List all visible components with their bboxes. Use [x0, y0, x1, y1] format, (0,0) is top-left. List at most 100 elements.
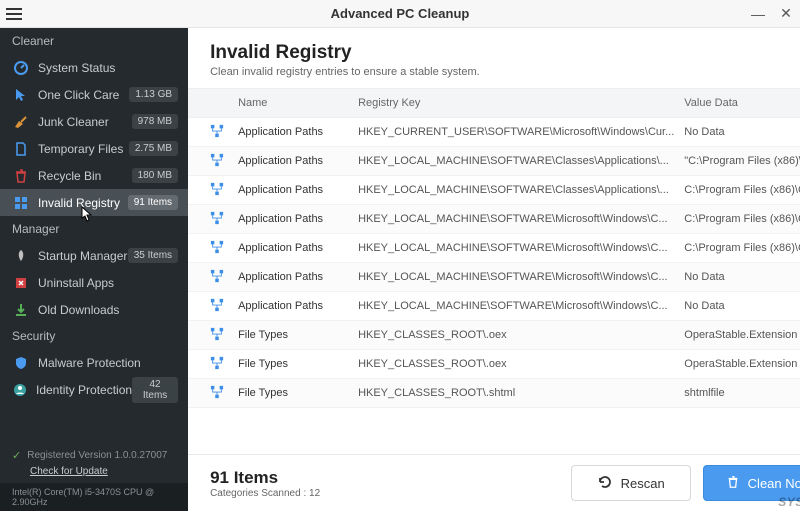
- cpu-info: Intel(R) Core(TM) i5-3470S CPU @ 2.90GHz: [0, 483, 188, 511]
- row-name: File Types: [238, 329, 358, 341]
- sidebar-item-old-downloads[interactable]: Old Downloads: [0, 296, 188, 323]
- registered-version: Registered Version 1.0.0.27007: [27, 450, 167, 461]
- row-name: File Types: [238, 387, 358, 399]
- sidebar-badge: 180 MB: [132, 168, 178, 183]
- row-value: No Data: [684, 300, 800, 312]
- registry-tree-icon: [210, 387, 224, 402]
- row-name: Application Paths: [238, 300, 358, 312]
- rescan-button[interactable]: Rescan: [571, 465, 691, 501]
- sidebar-item-temporary-files[interactable]: Temporary Files 2.75 MB: [0, 135, 188, 162]
- row-value: OperaStable.Extension: [684, 358, 800, 370]
- table-row[interactable]: File TypesHKEY_CLASSES_ROOT\.oexOperaSta…: [188, 321, 800, 350]
- registry-tree-icon: [210, 329, 224, 344]
- row-value: "C:\Program Files (x86)\CleverFil...: [684, 155, 800, 167]
- table-row[interactable]: Application PathsHKEY_LOCAL_MACHINE\SOFT…: [188, 147, 800, 176]
- table-row[interactable]: File TypesHKEY_CLASSES_ROOT\.oexOperaSta…: [188, 350, 800, 379]
- file-icon: [12, 141, 30, 157]
- sidebar-footer: ✓ Registered Version 1.0.0.27007 Check f…: [0, 439, 188, 483]
- table-header: Name Registry Key Value Data: [188, 88, 800, 118]
- row-key: HKEY_LOCAL_MACHINE\SOFTWARE\Microsoft\Wi…: [358, 242, 684, 254]
- titlebar: Advanced PC Cleanup — ✕: [0, 0, 800, 28]
- row-name: Application Paths: [238, 155, 358, 167]
- sidebar-section-cleaner: Cleaner: [0, 28, 188, 54]
- row-value: No Data: [684, 126, 800, 138]
- table-row[interactable]: File TypesHKEY_CLASSES_ROOT\.shtmlshtmlf…: [188, 379, 800, 408]
- table-body[interactable]: Application PathsHKEY_CURRENT_USER\SOFTW…: [188, 118, 800, 454]
- table-row[interactable]: Application PathsHKEY_LOCAL_MACHINE\SOFT…: [188, 263, 800, 292]
- row-name: Application Paths: [238, 126, 358, 138]
- download-icon: [12, 302, 30, 318]
- sidebar-item-label: Invalid Registry: [38, 196, 128, 210]
- registry-tree-icon: [210, 155, 224, 170]
- registry-tree-icon: [210, 300, 224, 315]
- close-button[interactable]: ✕: [772, 0, 800, 28]
- check-icon: ✓: [12, 449, 21, 462]
- sidebar-badge: 42 Items: [132, 377, 178, 403]
- row-name: Application Paths: [238, 184, 358, 196]
- watermark: SYSTWEAK: [778, 495, 800, 509]
- sidebar-item-label: Startup Manager: [38, 249, 128, 263]
- window-title: Advanced PC Cleanup: [0, 6, 800, 21]
- table-row[interactable]: Application PathsHKEY_LOCAL_MACHINE\SOFT…: [188, 205, 800, 234]
- cursor-icon: [12, 87, 30, 103]
- sidebar-item-label: Identity Protection: [36, 383, 132, 397]
- table-row[interactable]: Application PathsHKEY_CURRENT_USER\SOFTW…: [188, 118, 800, 147]
- check-for-update-link[interactable]: Check for Update: [30, 466, 176, 477]
- row-value: No Data: [684, 271, 800, 283]
- row-name: File Types: [238, 358, 358, 370]
- table-row[interactable]: Application PathsHKEY_LOCAL_MACHINE\SOFT…: [188, 234, 800, 263]
- sidebar-item-label: Recycle Bin: [38, 169, 132, 183]
- uninstall-icon: [12, 275, 30, 291]
- sidebar-item-startup-manager[interactable]: Startup Manager 35 Items: [0, 242, 188, 269]
- shield-icon: [12, 355, 30, 371]
- row-key: HKEY_LOCAL_MACHINE\SOFTWARE\Microsoft\Wi…: [358, 213, 684, 225]
- registry-tree-icon: [210, 358, 224, 373]
- sidebar-badge: 91 Items: [128, 195, 178, 210]
- sidebar-badge: 35 Items: [128, 248, 178, 263]
- sidebar-item-malware-protection[interactable]: Malware Protection: [0, 349, 188, 376]
- identity-icon: [12, 382, 28, 398]
- sidebar-item-label: One Click Care: [38, 88, 129, 102]
- sidebar-badge: 1.13 GB: [129, 87, 178, 102]
- row-value: shtmlfile: [684, 387, 800, 399]
- table-row[interactable]: Application PathsHKEY_LOCAL_MACHINE\SOFT…: [188, 176, 800, 205]
- row-value: C:\Program Files (x86)\CleverFile...: [684, 242, 800, 254]
- row-key: HKEY_LOCAL_MACHINE\SOFTWARE\Classes\Appl…: [358, 184, 684, 196]
- trash-icon: [12, 168, 30, 184]
- sidebar-item-one-click-care[interactable]: One Click Care 1.13 GB: [0, 81, 188, 108]
- page-title: Invalid Registry: [210, 42, 800, 64]
- page-subtitle: Clean invalid registry entries to ensure…: [210, 66, 800, 78]
- refresh-icon: [597, 474, 613, 493]
- registry-tree-icon: [210, 271, 224, 286]
- broom-icon: [12, 114, 30, 130]
- column-value: Value Data: [684, 97, 800, 109]
- sidebar-item-label: Uninstall Apps: [38, 276, 178, 290]
- registry-tree-icon: [210, 126, 224, 141]
- table-row[interactable]: Application PathsHKEY_LOCAL_MACHINE\SOFT…: [188, 292, 800, 321]
- bottom-bar: 91 Items Categories Scanned : 12 Rescan …: [188, 454, 800, 511]
- sidebar-item-recycle-bin[interactable]: Recycle Bin 180 MB: [0, 162, 188, 189]
- sidebar-item-junk-cleaner[interactable]: Junk Cleaner 978 MB: [0, 108, 188, 135]
- sidebar-item-identity-protection[interactable]: Identity Protection 42 Items: [0, 376, 188, 403]
- sidebar-item-label: System Status: [38, 61, 178, 75]
- sidebar-item-uninstall-apps[interactable]: Uninstall Apps: [0, 269, 188, 296]
- hamburger-menu-icon[interactable]: [0, 0, 28, 28]
- registry-tree-icon: [210, 242, 224, 257]
- column-name: Name: [238, 97, 358, 109]
- minimize-button[interactable]: —: [744, 0, 772, 28]
- registry-icon: [12, 195, 30, 211]
- trash-icon: [726, 475, 740, 492]
- categories-scanned: Categories Scanned : 12: [210, 488, 320, 499]
- row-key: HKEY_LOCAL_MACHINE\SOFTWARE\Microsoft\Wi…: [358, 300, 684, 312]
- sidebar-badge: 2.75 MB: [129, 141, 178, 156]
- sidebar-item-system-status[interactable]: System Status: [0, 54, 188, 81]
- row-value: C:\Program Files (x86)\CleverFile...: [684, 184, 800, 196]
- sidebar-item-label: Junk Cleaner: [38, 115, 132, 129]
- sidebar-item-invalid-registry[interactable]: Invalid Registry 91 Items: [0, 189, 188, 216]
- row-key: HKEY_LOCAL_MACHINE\SOFTWARE\Microsoft\Wi…: [358, 271, 684, 283]
- row-name: Application Paths: [238, 271, 358, 283]
- row-key: HKEY_CLASSES_ROOT\.shtml: [358, 387, 684, 399]
- main-pane: Invalid Registry Clean invalid registry …: [188, 28, 800, 511]
- row-key: HKEY_CURRENT_USER\SOFTWARE\Microsoft\Win…: [358, 126, 684, 138]
- rescan-label: Rescan: [621, 476, 665, 491]
